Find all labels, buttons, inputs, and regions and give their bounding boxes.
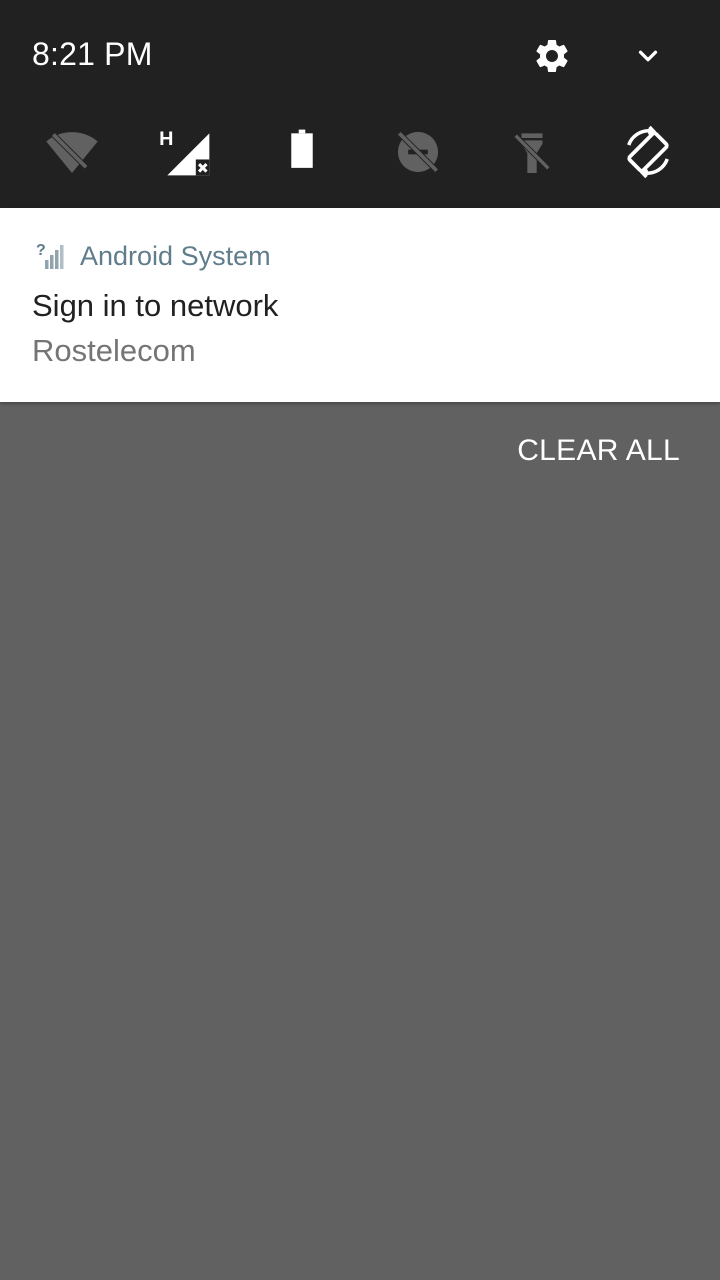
notification-title: Sign in to network: [32, 288, 279, 323]
gear-icon: [536, 39, 568, 72]
tile-flashlight[interactable]: [502, 122, 562, 182]
chevron-down-icon: [638, 50, 658, 62]
settings-button[interactable]: [524, 28, 580, 84]
cellular-h-no-signal-icon: H: [159, 128, 210, 176]
quick-tiles-row: H: [0, 108, 720, 204]
svg-text:?: ?: [36, 242, 46, 259]
tile-auto-rotate[interactable]: [618, 122, 678, 182]
clear-all-button[interactable]: CLEAR ALL: [517, 434, 680, 468]
status-clock: 8:21 PM: [32, 36, 153, 72]
quick-settings-panel: 8:21 PM H: [0, 0, 720, 208]
battery-icon: [291, 129, 313, 168]
notification-text: Rostelecom: [32, 333, 196, 368]
svg-text:H: H: [159, 128, 173, 150]
tile-battery[interactable]: [272, 122, 332, 182]
tile-cellular[interactable]: H: [156, 122, 216, 182]
notification-sign-in[interactable]: ? Android System Sign in to network Rost…: [0, 208, 720, 402]
wifi-off-icon: [46, 132, 98, 173]
auto-rotate-icon: [627, 125, 669, 179]
signal-unknown-icon: ?: [36, 242, 64, 269]
do-not-disturb-off-icon: [397, 131, 439, 173]
tile-do-not-disturb[interactable]: [388, 122, 448, 182]
flashlight-off-icon: [513, 133, 551, 173]
notification-app-name: Android System: [80, 241, 271, 271]
expand-button[interactable]: [620, 28, 676, 84]
tile-wifi[interactable]: [42, 122, 102, 182]
